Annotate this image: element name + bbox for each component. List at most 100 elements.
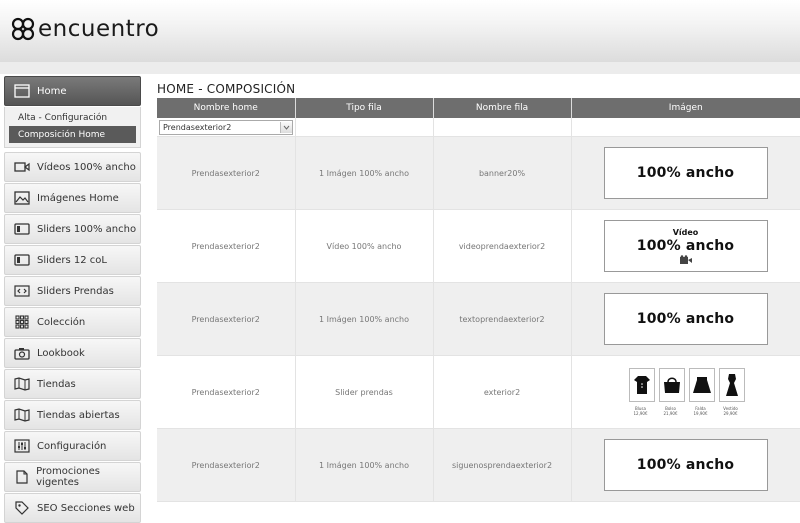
cell-tipo-fila: 1 Imágen 100% ancho xyxy=(295,282,434,356)
sidebar-subitem-composicion-home[interactable]: Composición Home xyxy=(9,126,136,143)
blouse-icon xyxy=(628,368,655,402)
tag-icon xyxy=(14,500,30,516)
thumbnail-text: 100% ancho xyxy=(636,165,735,181)
table-row[interactable]: Prendasexterior2 Vídeo 100% ancho videop… xyxy=(157,209,800,283)
thumbnail-text: 100% ancho xyxy=(636,457,735,473)
sidebar-item-tiendas[interactable]: Tiendas xyxy=(4,369,141,399)
sidebar-item-videos[interactable]: Vídeos 100% ancho xyxy=(4,152,141,182)
sidebar-item-label: Sliders Prendas xyxy=(37,285,114,297)
code-brackets-icon xyxy=(14,283,30,299)
dress-icon xyxy=(718,368,745,402)
product-card: Falda 19,90€ xyxy=(688,368,715,416)
sidebar-item-lookbook[interactable]: Lookbook xyxy=(4,338,141,368)
sidebar-item-sliders-prendas[interactable]: Sliders Prendas xyxy=(4,276,141,306)
table-row[interactable]: Prendasexterior2 1 Imágen 100% ancho tex… xyxy=(157,282,800,356)
filter-cell: Prendasexterior2 xyxy=(157,118,296,137)
cell-nombre-fila: siguenosprendaexterior2 xyxy=(433,428,572,502)
sidebar-item-label: SEO Secciones web xyxy=(37,502,135,514)
table-row[interactable]: Prendasexterior2 1 Imágen 100% ancho ban… xyxy=(157,136,800,210)
cell-nombre-home: Prendasexterior2 xyxy=(157,282,296,356)
sidebar-subitem-alta-configuracion[interactable]: Alta - Configuración xyxy=(9,109,136,126)
logo[interactable]: encuentro xyxy=(10,14,159,44)
sidebar-item-label: Imágenes Home xyxy=(37,192,119,204)
document-icon xyxy=(14,469,29,485)
sidebar-item-label: Configuración xyxy=(37,440,107,452)
thumbnail-preview[interactable]: 100% ancho xyxy=(603,293,768,345)
sidebar-item-label: Colección xyxy=(37,316,86,328)
handbag-icon xyxy=(658,368,685,402)
header: encuentro xyxy=(0,0,800,63)
sidebar-submenu-home: Alta - Configuración Composición Home xyxy=(4,107,141,148)
sidebar-item-label: Tiendas abiertas xyxy=(37,409,120,421)
column-header-nombre-home[interactable]: Nombre home xyxy=(157,98,296,118)
product-slider-preview[interactable]: Blusa 12,90€ Bolso 21,90€ Falda 19,90€ V… xyxy=(572,368,800,416)
slider-icon xyxy=(14,252,30,268)
slider-icon xyxy=(14,221,30,237)
sidebar-item-configuracion[interactable]: Configuración xyxy=(4,431,141,461)
skirt-icon xyxy=(688,368,715,402)
home-filter-value: Prendasexterior2 xyxy=(163,122,232,132)
table-row[interactable]: Prendasexterior2 Slider prendas exterior… xyxy=(157,355,800,429)
sidebar-item-home[interactable]: Home xyxy=(4,76,141,106)
product-price: 12,90€ xyxy=(633,411,648,416)
sidebar-item-coleccion[interactable]: Colección xyxy=(4,307,141,337)
table-row[interactable]: Prendasexterior2 1 Imágen 100% ancho sig… xyxy=(157,428,800,502)
sidebar-item-label: Vídeos 100% ancho xyxy=(37,161,136,173)
table-header-row: Nombre home Tipo fila Nombre fila Imágen xyxy=(157,98,800,118)
sidebar-item-sliders-12col[interactable]: Sliders 12 coL xyxy=(4,245,141,275)
cell-nombre-home: Prendasexterior2 xyxy=(157,428,296,502)
cell-nombre-home: Prendasexterior2 xyxy=(157,136,296,210)
sidebar-item-sliders-100[interactable]: Sliders 100% ancho xyxy=(4,214,141,244)
sidebar-item-label: Sliders 12 coL xyxy=(37,254,107,266)
product-price: 29,90€ xyxy=(723,411,738,416)
column-header-imagen[interactable]: Imágen xyxy=(571,98,800,118)
product-card: Blusa 12,90€ xyxy=(628,368,655,416)
cell-imagen: 100% ancho xyxy=(571,136,800,210)
sidebar-item-label: Lookbook xyxy=(37,347,85,359)
cell-imagen: Blusa 12,90€ Bolso 21,90€ Falda 19,90€ V… xyxy=(571,355,800,429)
camera-icon xyxy=(14,345,30,361)
thumbnail-text: 100% ancho xyxy=(636,237,735,254)
column-header-nombre-fila[interactable]: Nombre fila xyxy=(433,98,572,118)
product-price: 21,90€ xyxy=(663,411,678,416)
sidebar-item-label: Sliders 100% ancho xyxy=(37,223,137,235)
cell-tipo-fila: 1 Imágen 100% ancho xyxy=(295,136,434,210)
sliders-settings-icon xyxy=(14,438,30,454)
cell-nombre-fila: videoprendaexterior2 xyxy=(433,209,572,283)
thumbnail-preview[interactable]: 100% ancho xyxy=(603,439,768,491)
cell-nombre-home: Prendasexterior2 xyxy=(157,209,296,283)
thumbnail-preview[interactable]: 100% ancho xyxy=(603,147,768,199)
home-filter-select[interactable]: Prendasexterior2 xyxy=(159,119,293,135)
product-price: 19,90€ xyxy=(693,411,708,416)
grid-icon xyxy=(14,314,30,330)
map-icon xyxy=(14,376,30,392)
sidebar-item-label: Tiendas xyxy=(37,378,76,390)
map-icon xyxy=(14,407,30,423)
sidebar-item-tiendas-abiertas[interactable]: Tiendas abiertas xyxy=(4,400,141,430)
thumbnail-text: 100% ancho xyxy=(636,311,735,327)
cell-nombre-home: Prendasexterior2 xyxy=(157,355,296,429)
sidebar-item-imagenes-home[interactable]: Imágenes Home xyxy=(4,183,141,213)
sidebar-item-seo[interactable]: SEO Secciones web xyxy=(4,493,141,523)
sidebar-item-label: Promociones vigentes xyxy=(36,466,100,488)
product-card: Vestido 29,90€ xyxy=(718,368,745,416)
product-card: Bolso 21,90€ xyxy=(658,368,685,416)
main-content: HOME - COMPOSICIÓN Nombre home Tipo fila… xyxy=(157,76,800,502)
cell-imagen: 100% ancho xyxy=(571,428,800,502)
cell-imagen: Vídeo 100% ancho xyxy=(571,209,800,283)
image-icon xyxy=(14,190,30,206)
cell-tipo-fila: Slider prendas xyxy=(295,355,434,429)
brand-name: encuentro xyxy=(38,16,160,42)
thumbnail-preview[interactable]: Vídeo 100% ancho xyxy=(603,220,768,272)
sidebar-item-promociones[interactable]: Promociones vigentes xyxy=(4,462,141,492)
sidebar: Home Alta - Configuración Composición Ho… xyxy=(4,76,141,523)
thumbnail-caption: Vídeo xyxy=(672,227,699,237)
chevron-down-icon xyxy=(280,121,292,133)
cell-nombre-fila: exterior2 xyxy=(433,355,572,429)
window-icon xyxy=(14,83,30,99)
cell-tipo-fila: Vídeo 100% ancho xyxy=(295,209,434,283)
filter-row: Prendasexterior2 xyxy=(157,118,800,137)
column-header-tipo-fila[interactable]: Tipo fila xyxy=(295,98,434,118)
page-title: HOME - COMPOSICIÓN xyxy=(157,82,296,96)
video-camera-icon xyxy=(14,159,30,175)
